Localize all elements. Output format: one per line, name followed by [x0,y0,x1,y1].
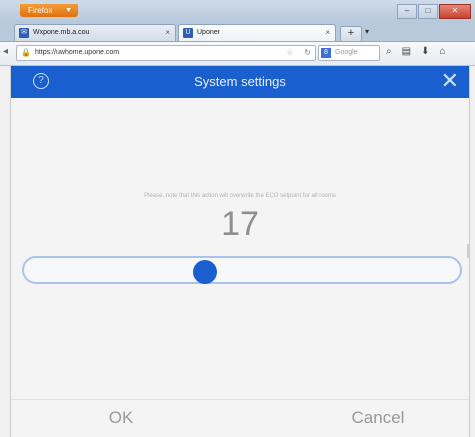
maximize-button[interactable]: □ [418,4,438,19]
tab-strip: ✉ Wxpone.mb.a.cou × U Uponer × + ▾ [0,22,475,42]
bookmark-star-icon[interactable]: ☆ [286,46,293,60]
window-close-button[interactable]: ✕ [439,4,471,19]
bookmarks-icon[interactable]: ▤ [402,46,411,57]
mail-icon: ✉ [19,28,29,38]
lock-icon: 🔒 [21,48,31,57]
dialog-title: System settings [194,74,286,89]
app-menu-label: Firefox [28,6,53,15]
window-controls: – □ ✕ [397,4,471,19]
toolbar-icons: ⌕ ▤ ⬇ ⌂ [386,46,446,57]
tab-uponor[interactable]: U Uponer × [178,24,336,41]
u-icon: U [183,28,193,38]
settings-dialog: ? System settings ✕ Please, note that th… [10,66,470,437]
tab-list-chevron-icon[interactable]: ▾ [365,27,369,36]
cancel-button[interactable]: Cancel [333,408,423,428]
tab-label: Uponer [197,29,220,36]
navigation-bar: ◂ 🔒 https://uwhome.upone.com ☆ ↻ 8 Googl… [0,42,475,66]
new-tab-button[interactable]: + [340,26,362,42]
overwrite-note: Please, note that this action will overw… [144,193,336,199]
footer-divider [11,399,469,400]
reload-icon[interactable]: ↻ [304,46,311,60]
slider-thumb[interactable] [192,260,217,284]
chevron-down-icon: ▼ [65,7,72,14]
tab-label: Wxpone.mb.a.cou [33,29,90,36]
search-icon[interactable]: ⌕ [386,46,392,57]
url-bar[interactable]: 🔒 https://uwhome.upone.com ☆ ↻ [16,45,316,61]
dialog-header: ? System settings ✕ [11,66,469,98]
download-icon[interactable]: ⬇ [421,46,429,57]
browser-titlebar: Firefox ▼ – □ ✕ [0,0,475,22]
url-text: https://uwhome.upone.com [35,49,120,56]
ok-button[interactable]: OK [91,408,151,428]
search-placeholder: Google [335,49,358,56]
tab-close-icon[interactable]: × [165,25,170,41]
app-menu-button[interactable]: Firefox ▼ [20,4,78,17]
setpoint-slider[interactable] [22,256,462,284]
back-arrow-icon[interactable]: ◂ [3,46,8,57]
tab-close-icon[interactable]: × [325,25,330,41]
search-engine-icon: 8 [321,48,331,58]
search-input[interactable]: 8 Google [318,45,380,61]
home-icon[interactable]: ⌂ [439,46,445,57]
tab-mail[interactable]: ✉ Wxpone.mb.a.cou × [14,24,176,41]
setpoint-value: 17 [221,205,259,243]
minimize-button[interactable]: – [397,4,417,19]
close-icon[interactable]: ✕ [441,69,459,93]
scrollbar[interactable] [467,244,469,258]
